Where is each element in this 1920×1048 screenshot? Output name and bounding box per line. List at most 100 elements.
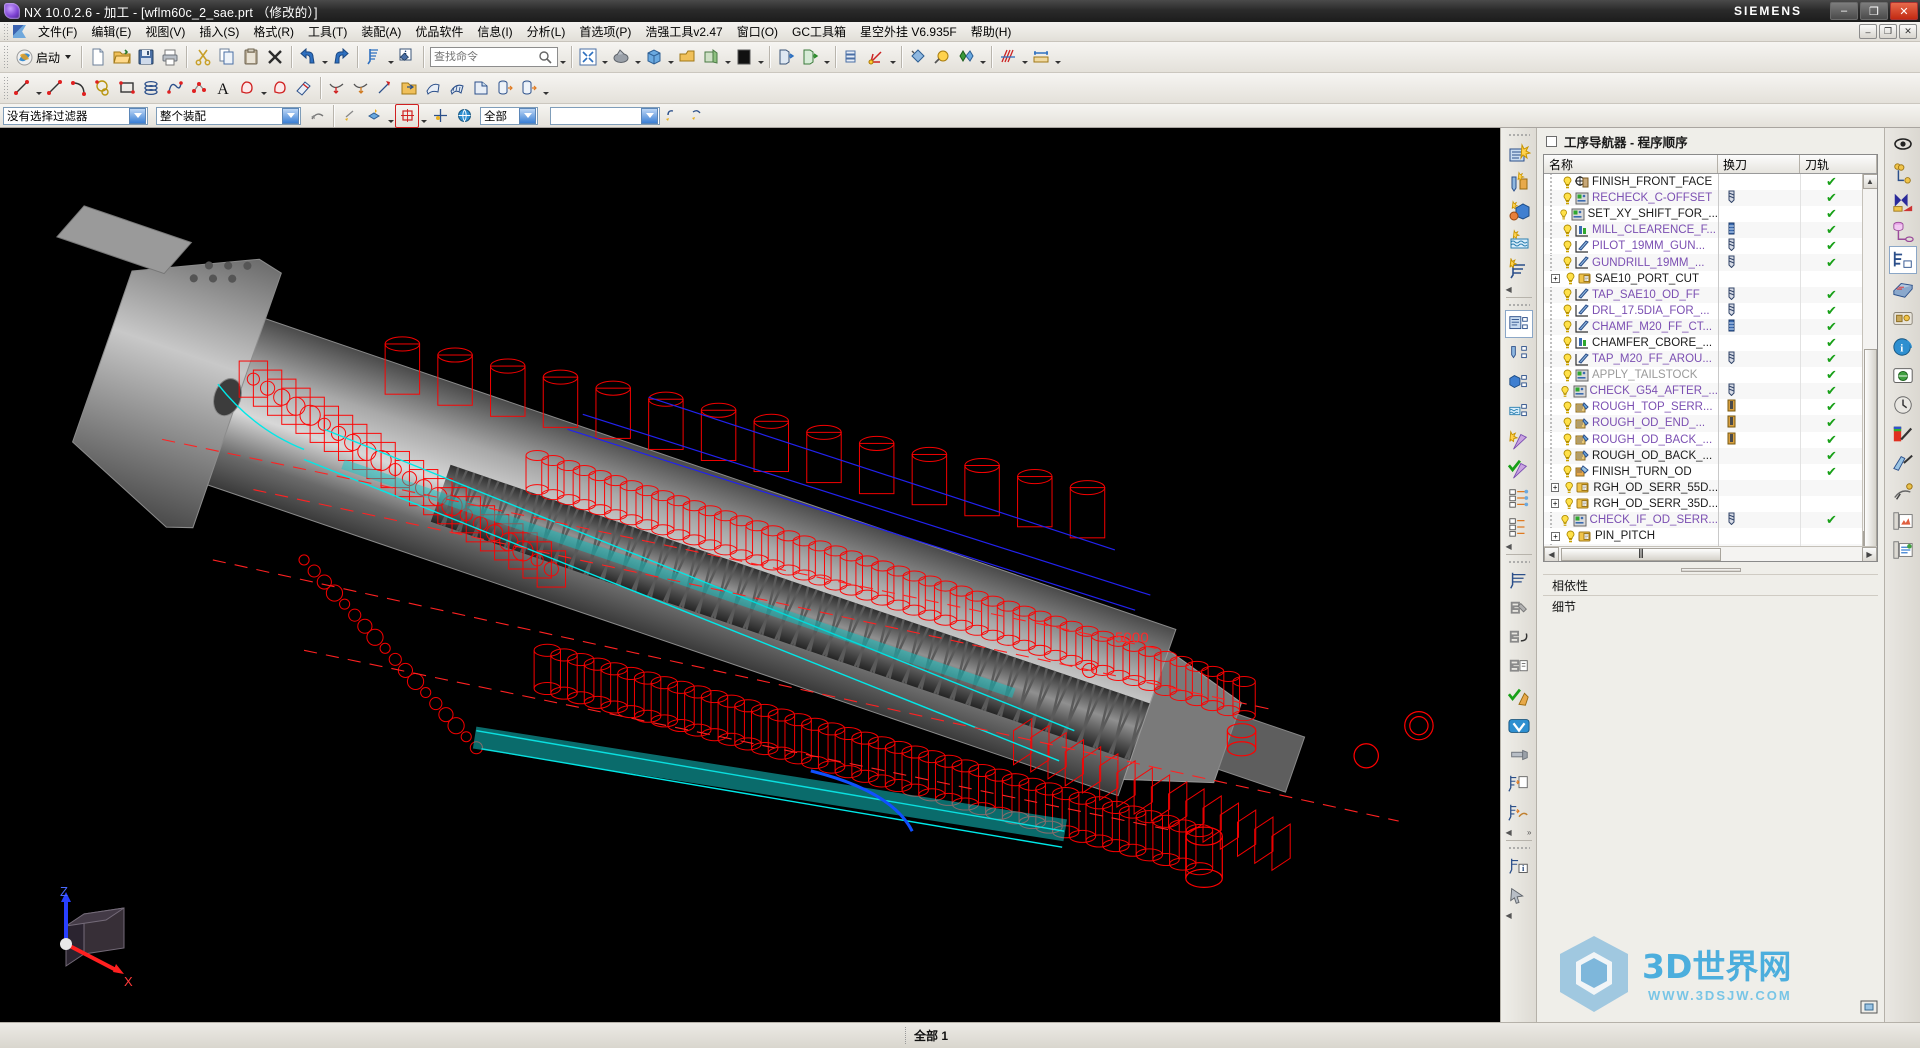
- machine-tool-view-button[interactable]: [1505, 339, 1533, 367]
- create-method-button[interactable]: [1505, 227, 1533, 255]
- system-scene-button[interactable]: [1889, 420, 1917, 448]
- cut-button[interactable]: [191, 45, 215, 69]
- resource-group-grip[interactable]: [1507, 133, 1530, 138]
- through-curve-mesh-button[interactable]: [445, 76, 469, 100]
- program-order-view-button[interactable]: [1504, 310, 1533, 338]
- column-header-name[interactable]: 名称: [1544, 155, 1718, 173]
- hd3d-tools-button[interactable]: i: [1889, 333, 1917, 361]
- toolpath-list-button[interactable]: [1505, 654, 1533, 682]
- menu-item-7[interactable]: 优品软件: [408, 21, 470, 42]
- background-color-button[interactable]: [732, 45, 756, 69]
- revolve-button[interactable]: [268, 76, 292, 100]
- table-row[interactable]: PILOT_19MM_GUN... ✔: [1544, 238, 1862, 255]
- point-set-button[interactable]: [187, 76, 211, 100]
- chevron-double-down-icon[interactable]: »: [1527, 828, 1531, 837]
- part-navigator-button[interactable]: [1889, 275, 1917, 303]
- mdi-close-button[interactable]: ✕: [1899, 24, 1917, 39]
- resource-group-grip[interactable]: [1507, 846, 1530, 851]
- menu-item-3[interactable]: 插入(S): [192, 21, 246, 42]
- bounded-plane-button[interactable]: [469, 76, 493, 100]
- snap-dropdown-caret-icon[interactable]: [386, 104, 395, 128]
- sketch-button[interactable]: [292, 76, 316, 100]
- resource-collapse-left-icon[interactable]: ◀: [1506, 542, 1532, 551]
- spline-button[interactable]: [163, 76, 187, 100]
- intersect-curve-button[interactable]: [349, 76, 373, 100]
- menu-item-1[interactable]: 编辑(E): [84, 21, 138, 42]
- visibility-dropdown-caret-icon[interactable]: [822, 45, 831, 69]
- row-name-cell[interactable]: TAP_M20_FF_AROU...: [1544, 351, 1718, 368]
- table-row[interactable]: SET_XY_SHIFT_FOR_... ✔: [1544, 206, 1862, 223]
- row-name-cell[interactable]: ROUGH_OD_BACK_...: [1544, 431, 1718, 448]
- section-view-button[interactable]: [699, 45, 723, 69]
- menu-item-10[interactable]: 首选项(P): [572, 21, 638, 42]
- start-menu-button[interactable]: 启动: [10, 45, 77, 69]
- table-row[interactable]: TAP_M20_FF_AROU... ✔: [1544, 351, 1862, 368]
- toolpath-info-button[interactable]: i: [1505, 853, 1533, 881]
- table-row[interactable]: APPLY_TAILSTOCK ✔: [1544, 367, 1862, 384]
- resource-group-grip[interactable]: [1507, 303, 1530, 308]
- row-name-cell[interactable]: + RGH_OD_SERR_55D...: [1544, 481, 1718, 494]
- post-process-button[interactable]: [1505, 567, 1533, 595]
- table-row[interactable]: + RGH_OD_SERR_55D...: [1544, 479, 1862, 496]
- machining-method-view-button[interactable]: [1505, 397, 1533, 425]
- extract-geometry-button[interactable]: [397, 76, 421, 100]
- trim-sheet-button[interactable]: [421, 76, 445, 100]
- row-name-cell[interactable]: RECHECK_C-OFFSET: [1544, 190, 1718, 207]
- mdi-restore-button[interactable]: ❐: [1879, 24, 1897, 39]
- toolbar-grip[interactable]: [2, 77, 8, 99]
- table-row[interactable]: CHAMFER_CBORE_... ✔: [1544, 334, 1862, 352]
- project-curve-button[interactable]: [325, 76, 349, 100]
- table-row[interactable]: FINISH_TURN_OD ✔: [1544, 463, 1862, 480]
- menu-item-9[interactable]: 分析(L): [520, 21, 573, 42]
- solid-dropdown-caret-icon[interactable]: [541, 76, 550, 100]
- window-close-button[interactable]: ✕: [1890, 2, 1918, 20]
- pointer-tool-button[interactable]: [1505, 882, 1533, 910]
- menu-item-6[interactable]: 装配(A): [354, 21, 408, 42]
- dimension-button[interactable]: [1029, 45, 1053, 69]
- window-minimize-button[interactable]: –: [1830, 2, 1858, 20]
- helix-button[interactable]: [139, 76, 163, 100]
- create-tool-group-button[interactable]: [1889, 188, 1917, 216]
- wcs-button[interactable]: [864, 45, 888, 69]
- snap-intersection-button[interactable]: [428, 104, 452, 128]
- mdi-window-controls[interactable]: – ❐ ✕: [1859, 24, 1917, 39]
- row-name-cell[interactable]: CHAMF_M20_FF_CT...: [1544, 318, 1718, 335]
- section-dropdown-caret-icon[interactable]: [723, 45, 732, 69]
- extrude-solid-button[interactable]: [493, 76, 517, 100]
- command-search-input[interactable]: [430, 47, 559, 67]
- row-name-cell[interactable]: + SAE10_PORT_CUT: [1544, 272, 1718, 285]
- analysis-button[interactable]: [906, 45, 930, 69]
- arc-button[interactable]: [67, 76, 91, 100]
- row-name-cell[interactable]: + PIN_PITCH: [1544, 530, 1718, 543]
- table-row[interactable]: MILL_CLEARENCE_F... ✔: [1544, 222, 1862, 239]
- create-tool-button[interactable]: [1505, 169, 1533, 197]
- resource-overflow-icons[interactable]: ◀»: [1506, 828, 1532, 837]
- toolpath-display-button[interactable]: [996, 45, 1020, 69]
- navigator-vertical-scrollbar[interactable]: ▲ ▼: [1862, 174, 1877, 546]
- column-header-toolchange[interactable]: 换刀: [1718, 155, 1800, 173]
- generate-dropdown-caret-icon[interactable]: [386, 45, 395, 69]
- menu-item-12[interactable]: 窗口(O): [730, 21, 785, 42]
- navigator-row-list[interactable]: FINISH_FRONT_FACE ✔ RECHECK_C-OFFSET ✔ SET_X…: [1544, 174, 1862, 546]
- resource-group-grip[interactable]: [1507, 560, 1530, 565]
- row-name-cell[interactable]: PILOT_19MM_GUN...: [1544, 238, 1718, 255]
- selection-scope-combo[interactable]: 整个装配: [156, 106, 301, 125]
- verify-dropdown-caret-icon[interactable]: [978, 45, 987, 69]
- collapse-left-icon[interactable]: ◀: [1506, 828, 1512, 837]
- chevron-down-icon[interactable]: [282, 107, 299, 124]
- chevron-down-icon[interactable]: [129, 107, 146, 124]
- tool-path-edit-button[interactable]: [1505, 596, 1533, 624]
- collapse-all-button[interactable]: [1505, 513, 1533, 541]
- extrude-button[interactable]: [235, 76, 259, 100]
- background-dropdown-caret-icon[interactable]: [756, 45, 765, 69]
- graphics-viewport[interactable]: 5000 Z X: [0, 128, 1500, 1022]
- snapshot-icon[interactable]: [1860, 999, 1878, 1018]
- expand-toggle-icon[interactable]: +: [1550, 499, 1560, 509]
- chevron-down-icon[interactable]: [519, 107, 536, 124]
- extrude-dropdown-caret-icon[interactable]: [259, 76, 268, 100]
- row-name-cell[interactable]: ROUGH_TOP_SERR...: [1544, 399, 1718, 416]
- search-dropdown-caret-icon[interactable]: [558, 45, 567, 69]
- scroll-thumb[interactable]: [1863, 349, 1877, 546]
- snap-endpoint-button[interactable]: [362, 104, 386, 128]
- table-row[interactable]: DRL_17.5DIA_FOR_... ✔: [1544, 302, 1862, 319]
